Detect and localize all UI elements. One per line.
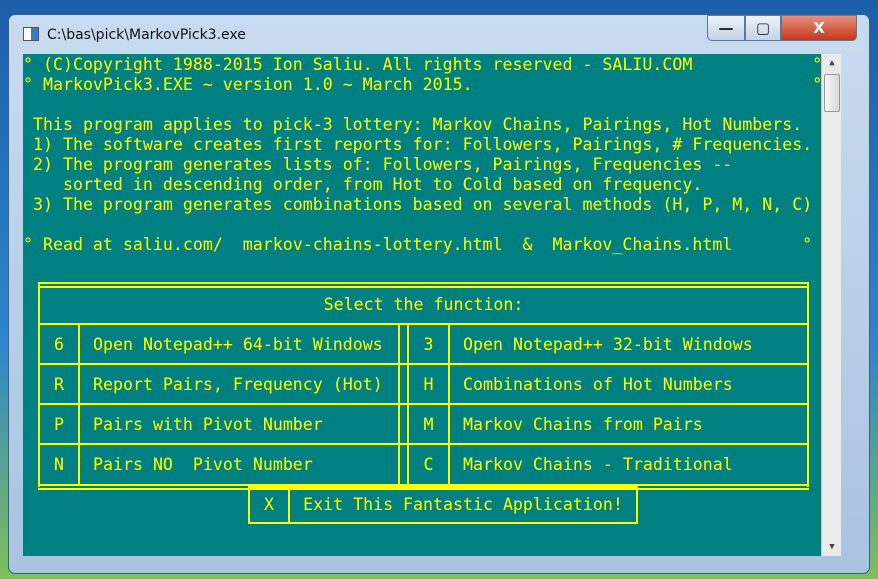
box-line: [398, 323, 400, 486]
menu-item-label[interactable]: Open Notepad++ 32-bit Windows: [463, 335, 753, 355]
box-line: [248, 522, 638, 524]
box-line: [38, 363, 809, 365]
box-line: [38, 323, 809, 325]
menu-item-label[interactable]: Report Pairs, Frequency (Hot): [93, 375, 383, 395]
menu-key[interactable]: C: [409, 455, 448, 475]
exit-button[interactable]: Exit This Fantastic Application!: [290, 495, 636, 515]
box-line: [248, 486, 638, 488]
menu-item-label[interactable]: Open Notepad++ 64-bit Windows: [93, 335, 383, 355]
info-line: 2) The program generates lists of: Follo…: [23, 155, 733, 174]
menu-key[interactable]: R: [40, 375, 78, 395]
scrollbar-thumb[interactable]: [824, 74, 840, 112]
scroll-down-arrow-icon[interactable]: ▼: [822, 538, 842, 556]
menu-key[interactable]: M: [409, 415, 448, 435]
menu-key[interactable]: P: [40, 415, 78, 435]
close-button[interactable]: X: [781, 15, 857, 41]
box-line: [38, 488, 809, 490]
menu-key[interactable]: H: [409, 375, 448, 395]
minimize-button[interactable]: —: [707, 15, 745, 41]
menu-item-label[interactable]: Combinations of Hot Numbers: [463, 375, 733, 395]
vertical-scrollbar[interactable]: ▲ ▼: [821, 54, 841, 556]
menu-item-label[interactable]: Markov Chains - Traditional: [463, 455, 733, 475]
menu-key[interactable]: 3: [409, 335, 448, 355]
box-line: [38, 282, 809, 284]
menu-item-label[interactable]: Pairs with Pivot Number: [93, 415, 323, 435]
scroll-up-arrow-icon[interactable]: ▲: [822, 54, 842, 72]
box-line: [38, 286, 809, 288]
console-app-icon: [23, 27, 39, 41]
copyright-line: ° (C)Copyright 1988-2015 Ion Saliu. All …: [23, 55, 821, 74]
box-line: [636, 486, 638, 524]
window-title: C:\bas\pick\MarkovPick3.exe: [47, 27, 246, 43]
box-line: [38, 443, 809, 445]
menu-key[interactable]: 6: [40, 335, 78, 355]
info-line: 3) The program generates combinations ba…: [23, 195, 813, 214]
menu-item-label[interactable]: Markov Chains from Pairs: [463, 415, 703, 435]
box-line: [38, 403, 809, 405]
info-line: sorted in descending order, from Hot to …: [23, 175, 703, 194]
version-line: ° MarkovPick3.EXE ~ version 1.0 ~ March …: [23, 75, 821, 94]
console-area: ° (C)Copyright 1988-2015 Ion Saliu. All …: [23, 54, 821, 556]
exit-key[interactable]: X: [250, 495, 288, 515]
menu-header: Select the function:: [323, 295, 524, 314]
maximize-button[interactable]: ▢: [745, 15, 781, 41]
menu-key[interactable]: N: [40, 455, 78, 475]
info-line: This program applies to pick-3 lottery: …: [23, 115, 803, 134]
info-line: 1) The software creates first reports fo…: [23, 135, 813, 154]
menu-item-label[interactable]: Pairs NO Pivot Number: [93, 455, 313, 475]
box-line: [448, 323, 450, 486]
console-window: C:\bas\pick\MarkovPick3.exe — ▢ X ° (C)C…: [8, 14, 870, 574]
box-line: [78, 323, 80, 486]
read-at-line: ° Read at saliu.com/ markov-chains-lotte…: [23, 235, 813, 254]
